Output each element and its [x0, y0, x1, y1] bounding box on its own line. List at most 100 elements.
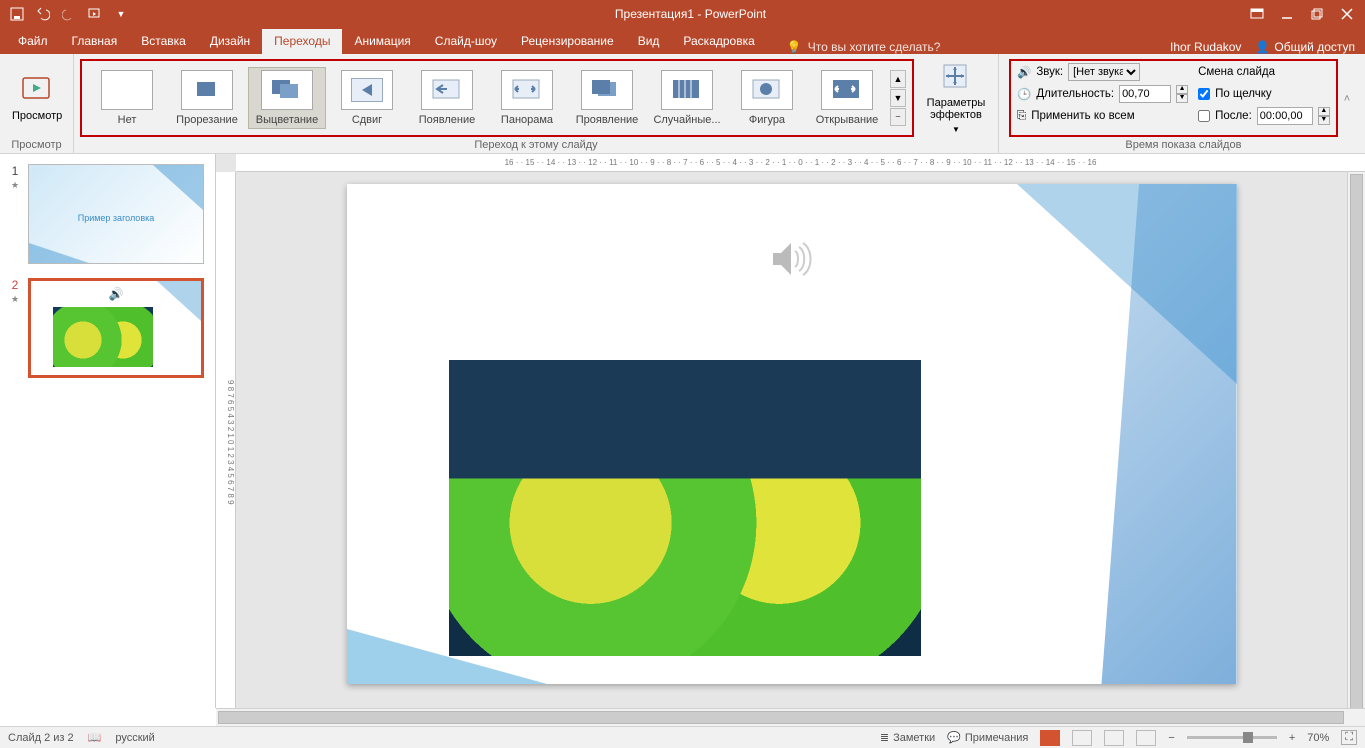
bulb-icon: 💡: [787, 40, 802, 54]
window-controls: [1243, 3, 1365, 25]
tab-insert[interactable]: Вставка: [129, 29, 198, 54]
tab-review[interactable]: Рецензирование: [509, 29, 626, 54]
collapse-ribbon-icon[interactable]: ˄: [1344, 93, 1350, 105]
gallery-item-fade[interactable]: Выцветание: [248, 67, 326, 129]
gallery-item-reveal[interactable]: Проявление: [568, 68, 646, 128]
vertical-ruler: 9 8 7 6 5 4 3 2 1 0 1 2 3 4 5 6 7 8 9: [216, 172, 236, 708]
tell-me-search[interactable]: 💡 Что вы хотите сделать?: [767, 40, 1170, 54]
timing-left-column: 🔊 Звук: [Нет звука] 🕒 Длительность: ▲▼ ⎘…: [1017, 63, 1188, 133]
user-name[interactable]: Ihor Rudakov: [1170, 40, 1241, 54]
zoom-in-button[interactable]: +: [1289, 732, 1295, 744]
effect-options-icon: [940, 61, 972, 93]
timing-right-column: Смена слайда По щелчку После: ▲▼: [1198, 63, 1330, 133]
language-indicator[interactable]: русский: [115, 732, 154, 744]
undo-icon[interactable]: [32, 3, 54, 25]
comments-button[interactable]: 💬Примечания: [947, 731, 1028, 744]
notes-icon: ≣: [880, 731, 889, 744]
slide-canvas[interactable]: [347, 184, 1237, 684]
gallery-item-random[interactable]: Случайные...: [648, 68, 726, 128]
gallery-item-push[interactable]: Сдвиг: [328, 68, 406, 128]
zoom-slider[interactable]: [1187, 736, 1277, 739]
tab-slideshow[interactable]: Слайд-шоу: [423, 29, 509, 54]
workspace: 1★ Пример заголовка 2★ 🔊 16 · · 15 · · 1…: [0, 154, 1365, 708]
ribbon-tabs: Файл Главная Вставка Дизайн Переходы Ани…: [0, 28, 1365, 54]
duration-spinner[interactable]: ▲▼: [1176, 85, 1188, 103]
slideshow-view-button[interactable]: [1136, 730, 1156, 746]
after-spinner[interactable]: ▲▼: [1318, 107, 1330, 125]
ribbon-options-icon[interactable]: [1243, 3, 1271, 25]
gallery-scroll-up[interactable]: ▲: [890, 70, 906, 88]
effect-options-button[interactable]: Параметры эффектов ▼: [920, 57, 992, 138]
onclick-checkbox[interactable]: [1198, 88, 1210, 100]
duration-input[interactable]: [1119, 85, 1171, 103]
horizontal-scrollbar[interactable]: [216, 708, 1365, 726]
quick-access-toolbar: ▼: [0, 3, 138, 25]
slide-indicator[interactable]: Слайд 2 из 2: [8, 732, 74, 744]
zoom-out-button[interactable]: −: [1168, 732, 1174, 744]
chevron-down-icon: ▼: [952, 125, 960, 134]
clock-icon: 🕒: [1017, 87, 1031, 101]
save-icon[interactable]: [6, 3, 28, 25]
tab-animation[interactable]: Анимация: [342, 29, 422, 54]
gallery-scroll-down[interactable]: ▼: [890, 89, 906, 107]
group-timing: 🔊 Звук: [Нет звука] 🕒 Длительность: ▲▼ ⎘…: [999, 54, 1365, 153]
tab-storyboard[interactable]: Раскадровка: [671, 29, 766, 54]
close-icon[interactable]: [1333, 3, 1361, 25]
slide-canvas-area[interactable]: [236, 172, 1347, 708]
spellcheck-icon[interactable]: 📖: [88, 731, 102, 744]
after-label: После:: [1215, 110, 1252, 122]
comments-icon: 💬: [947, 731, 961, 744]
audio-object-icon[interactable]: [769, 239, 815, 289]
transition-star-icon: ★: [11, 180, 19, 191]
image-object[interactable]: [449, 360, 921, 656]
reading-view-button[interactable]: [1104, 730, 1124, 746]
edit-area: 16 · · 15 · · 14 · · 13 · · 12 · · 11 · …: [216, 154, 1365, 708]
duration-label: Длительность:: [1036, 88, 1114, 100]
tab-home[interactable]: Главная: [60, 29, 130, 54]
sorter-view-button[interactable]: [1072, 730, 1092, 746]
sound-label: Звук:: [1036, 66, 1063, 78]
audio-icon: 🔊: [109, 287, 124, 301]
qa-dropdown-icon[interactable]: ▼: [110, 3, 132, 25]
gallery-expand[interactable]: ⎯: [890, 108, 906, 126]
minimize-icon[interactable]: [1273, 3, 1301, 25]
redo-icon[interactable]: [58, 3, 80, 25]
after-input[interactable]: [1257, 107, 1313, 125]
share-button[interactable]: 👤Общий доступ: [1255, 40, 1355, 54]
fit-to-window-button[interactable]: ⛶: [1341, 730, 1357, 745]
normal-view-button[interactable]: [1040, 730, 1060, 746]
tab-design[interactable]: Дизайн: [198, 29, 262, 54]
gallery-item-split[interactable]: Панорама: [488, 68, 566, 128]
group-transitions: Нет Прорезание Выцветание Сдвиг Появлени…: [74, 54, 999, 153]
gallery-item-shape[interactable]: Фигура: [728, 68, 806, 128]
timing-panel: 🔊 Звук: [Нет звука] 🕒 Длительность: ▲▼ ⎘…: [1009, 59, 1338, 137]
group-label: Время показа слайдов: [1005, 139, 1362, 153]
restore-icon[interactable]: [1303, 3, 1331, 25]
apply-all-button[interactable]: ⎘ Применить ко всем: [1017, 107, 1188, 126]
vertical-scrollbar[interactable]: [1347, 172, 1365, 708]
gallery-item-cut[interactable]: Прорезание: [168, 68, 246, 128]
apply-all-icon: ⎘: [1017, 110, 1026, 123]
preview-icon: [21, 74, 53, 106]
start-from-beginning-icon[interactable]: [84, 3, 106, 25]
ribbon: Просмотр Просмотр Нет Прорезание Выцвета…: [0, 54, 1365, 154]
slide-thumb-1[interactable]: 1★ Пример заголовка: [8, 164, 207, 264]
notes-button[interactable]: ≣Заметки: [880, 731, 935, 744]
gallery-item-uncover[interactable]: Открывание: [808, 68, 886, 128]
sound-select[interactable]: [Нет звука]: [1068, 63, 1140, 81]
sound-icon: 🔊: [1017, 65, 1031, 79]
slide-thumbnails-panel: 1★ Пример заголовка 2★ 🔊: [0, 154, 216, 708]
user-area: Ihor Rudakov 👤Общий доступ: [1170, 40, 1365, 54]
gallery-item-none[interactable]: Нет: [88, 68, 166, 128]
after-checkbox[interactable]: [1198, 110, 1210, 122]
tab-transitions[interactable]: Переходы: [262, 29, 342, 54]
zoom-level[interactable]: 70%: [1307, 732, 1329, 744]
tab-file[interactable]: Файл: [6, 29, 60, 54]
gallery-scroll: ▲ ▼ ⎯: [890, 70, 906, 126]
group-preview: Просмотр Просмотр: [0, 54, 74, 153]
slide-thumb-2[interactable]: 2★ 🔊: [8, 278, 207, 378]
gallery-item-wipe[interactable]: Появление: [408, 68, 486, 128]
group-label: Переход к этому слайду: [80, 139, 992, 153]
preview-button[interactable]: Просмотр: [6, 70, 68, 126]
tab-view[interactable]: Вид: [626, 29, 672, 54]
